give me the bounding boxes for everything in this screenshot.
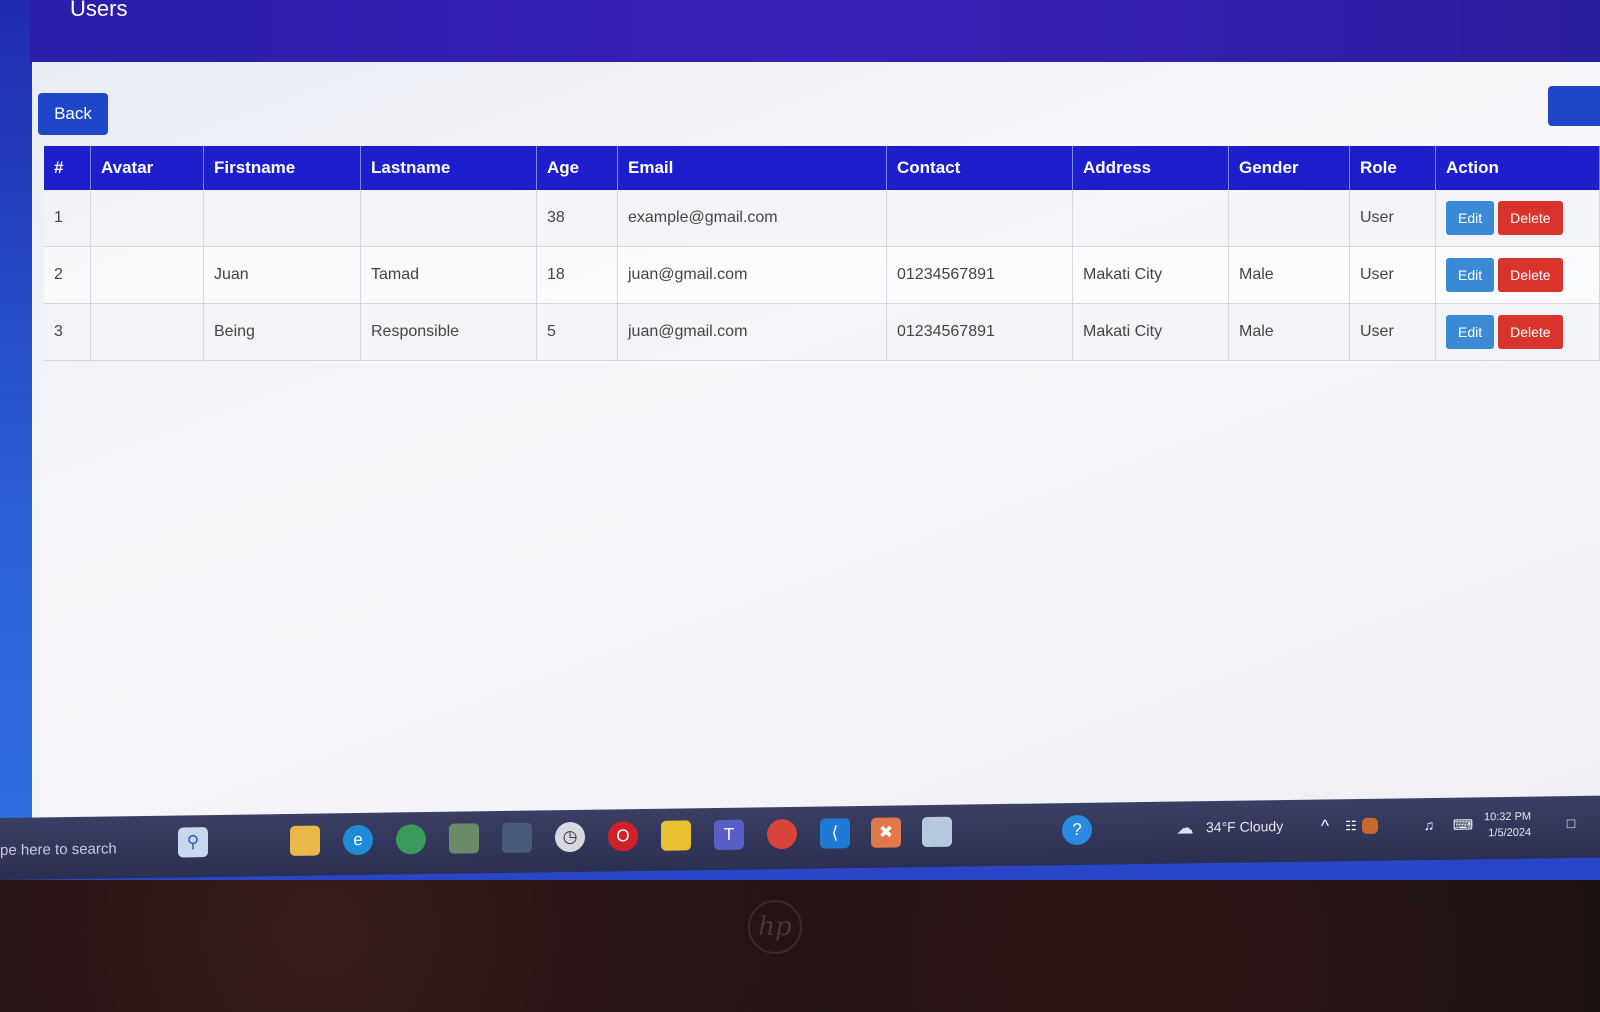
cell-contact: 01234567891 — [886, 303, 1073, 361]
column-header-gender: Gender — [1228, 146, 1350, 190]
help-icon[interactable]: ? — [1062, 814, 1092, 846]
cell-gender: Male — [1228, 246, 1350, 304]
xampp-icon[interactable]: ✖ — [871, 817, 901, 848]
vscode-icon[interactable]: ⟨ — [820, 818, 850, 849]
edit-button[interactable]: Edit — [1446, 201, 1495, 235]
add-user-button[interactable] — [1548, 86, 1600, 126]
cell-email: juan@gmail.com — [617, 246, 887, 304]
notes-icon[interactable] — [922, 816, 952, 848]
cell-firstname — [203, 190, 361, 247]
clock-date: 1/5/2024 — [1488, 826, 1532, 840]
opera-icon[interactable]: O — [608, 821, 638, 852]
cell-role: User — [1349, 303, 1436, 361]
notification-icon[interactable]: □ — [1556, 808, 1586, 838]
cell-avatar — [90, 190, 204, 247]
cell-address: Makati City — [1072, 303, 1229, 361]
cell-gender: Male — [1228, 303, 1350, 361]
cloud-icon: ☁ — [1176, 818, 1194, 838]
cell-action: Edit Delete — [1435, 246, 1600, 304]
cell-id: 3 — [44, 303, 91, 361]
keyboard-icon[interactable]: ⌨ — [1448, 809, 1478, 839]
cell-avatar — [90, 303, 204, 361]
file-explorer-icon[interactable] — [290, 825, 320, 856]
cell-firstname: Juan — [203, 246, 361, 304]
cell-lastname: Tamad — [360, 246, 537, 304]
column-header-lastname: Lastname — [360, 146, 537, 190]
taskbar-clock[interactable]: 10:32 PM 1/5/2024 — [1484, 809, 1531, 842]
edge-icon[interactable]: e — [343, 824, 373, 856]
column-header-email: Email — [617, 146, 887, 190]
table-row: 1 38 example@gmail.com User Edit Delete — [44, 190, 1600, 247]
cell-address — [1072, 190, 1229, 247]
table-header-row: # Avatar Firstname Lastname Age Email Co… — [44, 146, 1600, 190]
cell-role: User — [1349, 246, 1436, 304]
volume-icon[interactable]: ♫ — [1414, 810, 1444, 840]
screen: Users Back # Avatar Firstname Lastname A… — [0, 0, 1600, 880]
cell-lastname — [360, 190, 537, 247]
cell-age: 38 — [536, 190, 618, 247]
cell-age: 5 — [536, 303, 618, 361]
cell-action: Edit Delete — [1435, 190, 1600, 247]
edit-button[interactable]: Edit — [1446, 315, 1495, 349]
table-row: 3 Being Responsible 5 juan@gmail.com 012… — [44, 303, 1600, 361]
column-header-contact: Contact — [886, 146, 1073, 190]
laptop-bezel — [0, 880, 1600, 1012]
teams-icon[interactable]: T — [714, 819, 744, 851]
cell-action: Edit Delete — [1435, 303, 1600, 361]
search-icon[interactable]: ⚲ — [178, 827, 208, 858]
back-button[interactable]: Back — [38, 93, 108, 135]
column-header-action: Action — [1435, 146, 1600, 190]
clock-app-icon[interactable]: ◷ — [555, 821, 585, 853]
delete-button[interactable]: Delete — [1498, 201, 1563, 235]
delete-button[interactable]: Delete — [1498, 315, 1563, 349]
column-header-address: Address — [1072, 146, 1229, 190]
cell-firstname: Being — [203, 303, 361, 361]
page-header: Users — [30, 0, 1600, 64]
hp-logo-icon: hp — [748, 900, 802, 954]
cell-id: 1 — [44, 190, 91, 247]
cell-avatar — [90, 246, 204, 304]
column-header-avatar: Avatar — [90, 146, 204, 190]
users-table: # Avatar Firstname Lastname Age Email Co… — [44, 146, 1600, 361]
edit-button[interactable]: Edit — [1446, 258, 1495, 292]
cell-contact: 01234567891 — [886, 246, 1073, 304]
taskbar-search-input[interactable]: pe here to search — [0, 840, 117, 859]
weather-text[interactable]: 34°F Cloudy — [1206, 818, 1283, 835]
app-icon[interactable] — [502, 822, 532, 853]
battery-icon[interactable] — [1362, 817, 1378, 834]
chrome-icon[interactable] — [767, 818, 797, 850]
cell-email: juan@gmail.com — [617, 303, 887, 361]
column-header-id: # — [44, 146, 91, 190]
cell-role: User — [1349, 190, 1436, 247]
delete-button[interactable]: Delete — [1498, 258, 1563, 292]
cell-address: Makati City — [1072, 246, 1229, 304]
column-header-role: Role — [1349, 146, 1436, 190]
maps-icon[interactable] — [449, 823, 479, 854]
globe-icon[interactable] — [396, 824, 426, 855]
cell-lastname: Responsible — [360, 303, 537, 361]
sticky-notes-icon[interactable] — [661, 820, 691, 851]
cell-contact — [886, 190, 1073, 247]
page-title: Users — [70, 0, 128, 21]
table-row: 2 Juan Tamad 18 juan@gmail.com 012345678… — [44, 246, 1600, 304]
cell-email: example@gmail.com — [617, 190, 887, 247]
cell-age: 18 — [536, 246, 618, 304]
clock-time: 10:32 PM — [1484, 810, 1532, 824]
column-header-firstname: Firstname — [203, 146, 361, 190]
cell-gender — [1228, 190, 1350, 247]
cell-id: 2 — [44, 246, 91, 304]
column-header-age: Age — [536, 146, 618, 190]
